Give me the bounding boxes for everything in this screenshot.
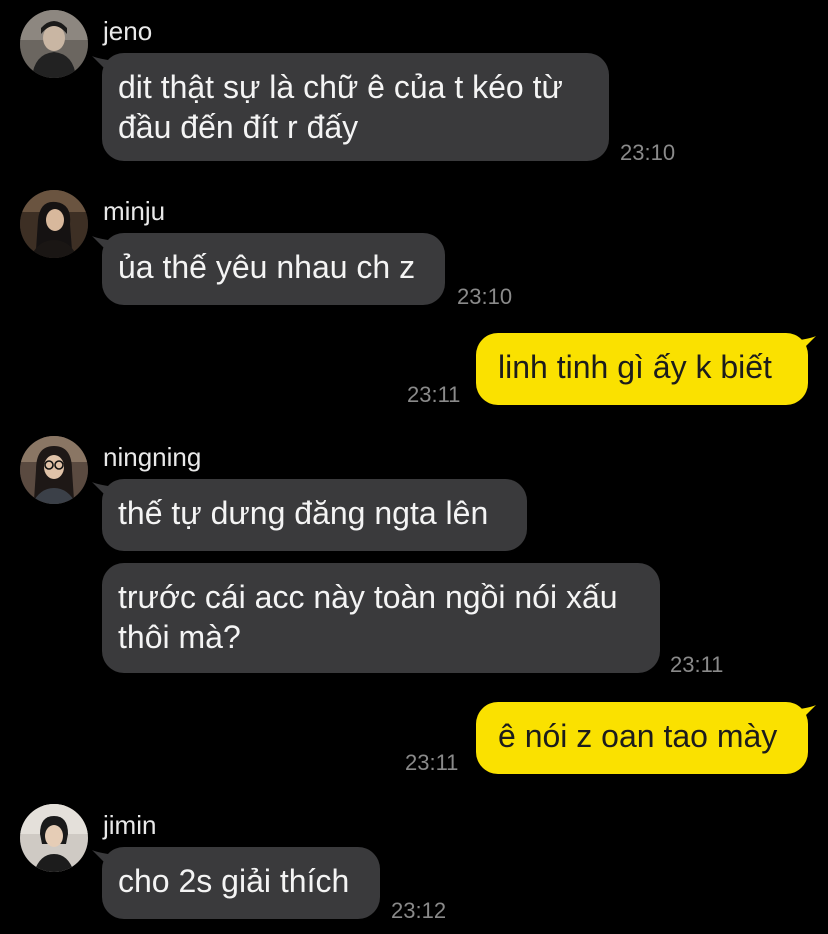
outgoing-message-bubble[interactable]: ê nói z oan tao mày <box>476 702 808 774</box>
message-bubble[interactable]: cho 2s giải thích <box>102 847 380 919</box>
sender-name: minju <box>103 196 166 226</box>
message-time: 23:10 <box>620 140 676 165</box>
message-bubble[interactable]: dit thật sự là chữ ê của t kéo từ đầu đế… <box>102 53 609 161</box>
message-time: 23:12 <box>391 898 447 923</box>
bubble-tail <box>800 705 816 721</box>
ningning-avatar[interactable] <box>20 436 88 504</box>
chat-view[interactable]: jeno dit thật sự là chữ ê của t kéo từ đ… <box>0 0 828 934</box>
message-time: 23:10 <box>457 284 513 309</box>
bubble-tail <box>800 336 816 352</box>
sender-name: jeno <box>103 16 153 46</box>
message-time: 23:11 <box>405 750 459 775</box>
message-time: 23:11 <box>407 382 461 407</box>
message-bubble[interactable]: ủa thế yêu nhau ch z <box>102 233 445 305</box>
sender-name: ningning <box>103 442 202 472</box>
outgoing-message-bubble[interactable]: linh tinh gì ấy k biết <box>476 333 808 405</box>
minju-avatar[interactable] <box>20 190 88 258</box>
message-bubble[interactable]: thế tự dưng đăng ngta lên <box>102 479 527 551</box>
jimin-avatar[interactable] <box>20 804 88 872</box>
jeno-avatar[interactable] <box>20 10 88 78</box>
sender-name: jimin <box>103 810 157 840</box>
message-bubble[interactable]: trước cái acc này toàn ngồi nói xấu thôi… <box>102 563 660 673</box>
message-time: 23:11 <box>670 652 724 677</box>
